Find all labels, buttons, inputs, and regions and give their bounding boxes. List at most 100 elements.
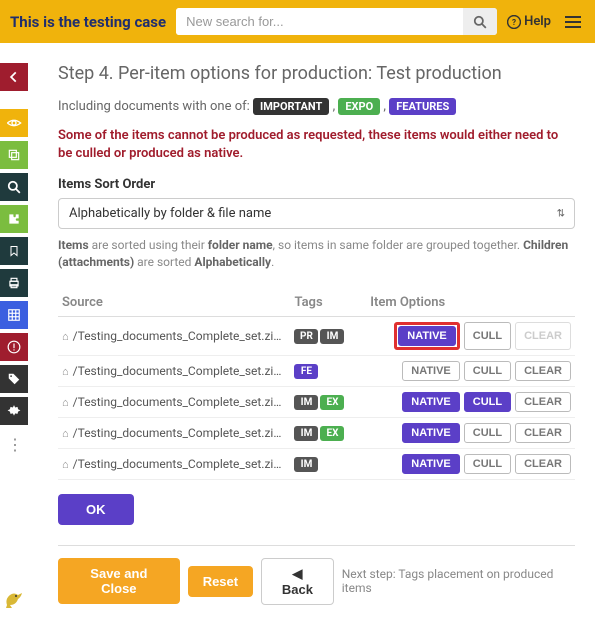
cull-option[interactable]: CULL — [464, 392, 511, 412]
case-title: This is the testing case — [10, 13, 166, 31]
native-option[interactable]: NATIVE — [402, 423, 460, 443]
tags-cell: FE — [290, 355, 360, 386]
warning-text: Some of the items cannot be produced as … — [58, 127, 575, 163]
sidebar-alert[interactable] — [0, 333, 28, 361]
home-icon: ⌂ — [62, 396, 69, 409]
home-icon: ⌂ — [62, 365, 69, 378]
clear-option[interactable]: CLEAR — [515, 454, 571, 474]
logo-bird — [0, 581, 30, 617]
grid-icon — [7, 308, 21, 322]
table-row: ⌂/Testing_documents_Complete_set.zip/Hil… — [58, 448, 575, 479]
home-icon: ⌂ — [62, 427, 69, 440]
back-button[interactable]: ◀ Back — [261, 558, 334, 605]
options-cell: NATIVE CULLCLEAR — [360, 316, 575, 355]
sidebar-copy[interactable] — [0, 141, 28, 169]
source-cell: ⌂/Testing_documents_Complete_set.zip/Hil… — [58, 417, 290, 448]
help-link[interactable]: ? Help — [507, 14, 551, 29]
print-icon — [7, 276, 21, 290]
including-line: Including documents with one of: IMPORTA… — [58, 98, 575, 115]
tag-expo: EXPO — [338, 98, 380, 115]
reset-button[interactable]: Reset — [188, 566, 253, 597]
native-option[interactable]: NATIVE — [402, 454, 460, 474]
sidebar-search[interactable] — [0, 173, 28, 201]
table-row: ⌂/Testing_documents_Complete_set.zip/DeD… — [58, 355, 575, 386]
sidebar-bookmark[interactable] — [0, 237, 28, 265]
mini-tag: IM — [294, 395, 318, 410]
items-table: Source Tags Item Options ⌂/Testing_docum… — [58, 289, 575, 480]
copy-icon — [7, 148, 21, 162]
native-option[interactable]: NATIVE — [398, 326, 456, 346]
clear-option[interactable]: CLEAR — [515, 361, 571, 381]
native-option[interactable]: NATIVE — [402, 361, 460, 381]
clear-option: CLEAR — [515, 322, 571, 350]
bookmark-icon — [8, 244, 20, 258]
search-button[interactable] — [463, 8, 497, 35]
main-content: Step 4. Per-item options for production:… — [30, 43, 595, 617]
eye-icon — [6, 115, 22, 131]
cull-option[interactable]: CULL — [464, 454, 511, 474]
search-icon — [7, 180, 21, 194]
source-cell: ⌂/Testing_documents_Complete_set.zip/DeD — [58, 355, 290, 386]
tag-important: IMPORTANT — [253, 98, 329, 115]
mini-tag: FE — [294, 364, 318, 379]
table-row: ⌂/Testing_documents_Complete_set.zip/Hil… — [58, 417, 575, 448]
clear-option[interactable]: CLEAR — [515, 423, 571, 443]
cull-option[interactable]: CULL — [464, 361, 511, 381]
sidebar-settings[interactable] — [0, 397, 28, 425]
search-input[interactable] — [176, 8, 463, 35]
help-label: Help — [524, 14, 551, 29]
sidebar-print[interactable] — [0, 269, 28, 297]
highlight-box: NATIVE — [394, 322, 460, 350]
alert-icon — [7, 340, 21, 354]
tags-cell: IMEX — [290, 417, 360, 448]
sidebar-grid[interactable] — [0, 301, 28, 329]
sidebar-puzzle[interactable] — [0, 205, 28, 233]
home-icon: ⌂ — [62, 458, 69, 471]
col-options: Item Options — [360, 289, 575, 317]
col-tags: Tags — [290, 289, 360, 317]
mini-tag: EX — [320, 426, 344, 441]
menu-button[interactable] — [561, 9, 585, 35]
search-wrap — [176, 8, 497, 35]
options-cell: NATIVECULLCLEAR — [360, 386, 575, 417]
tags-icon — [7, 372, 21, 386]
mini-tag: IM — [294, 457, 318, 472]
sort-label: Items Sort Order — [58, 177, 575, 192]
tags-cell: PRIM — [290, 316, 360, 355]
tags-cell: IM — [290, 448, 360, 479]
source-cell: ⌂/Testing_documents_Complete_set.zip/DeD — [58, 316, 290, 355]
search-icon — [473, 15, 487, 29]
col-source: Source — [58, 289, 290, 317]
save-close-button[interactable]: Save and Close — [58, 558, 180, 604]
arrow-left-icon — [7, 70, 21, 84]
next-step-text: Next step: Tags placement on produced it… — [342, 567, 575, 595]
source-cell: ⌂/Testing_documents_Complete_set.zip/Hil… — [58, 386, 290, 417]
mini-tag: IM — [294, 426, 318, 441]
mini-tag: EX — [320, 395, 344, 410]
puzzle-icon — [7, 212, 21, 226]
sidebar-more[interactable]: ⋮ — [0, 429, 30, 460]
native-option[interactable]: NATIVE — [402, 392, 460, 412]
sort-hint: Items are sorted using their folder name… — [58, 237, 575, 271]
cull-option[interactable]: CULL — [464, 322, 511, 350]
step-title: Step 4. Per-item options for production:… — [58, 63, 575, 84]
clear-option[interactable]: CLEAR — [515, 392, 571, 412]
cull-option[interactable]: CULL — [464, 423, 511, 443]
source-cell: ⌂/Testing_documents_Complete_set.zip/Hil… — [58, 448, 290, 479]
sidebar-tags[interactable] — [0, 365, 28, 393]
bird-icon — [2, 587, 26, 611]
gear-icon — [7, 404, 21, 418]
sidebar: ⋮ — [0, 43, 30, 617]
table-row: ⌂/Testing_documents_Complete_set.zip/Hil… — [58, 386, 575, 417]
mini-tag: PR — [294, 329, 318, 344]
options-cell: NATIVECULLCLEAR — [360, 448, 575, 479]
home-icon: ⌂ — [62, 330, 69, 343]
sidebar-eye[interactable] — [0, 109, 28, 137]
table-row: ⌂/Testing_documents_Complete_set.zip/DeD… — [58, 316, 575, 355]
back-arrow-button[interactable] — [0, 63, 28, 91]
help-icon: ? — [507, 15, 521, 29]
mini-tag: IM — [320, 329, 344, 344]
svg-text:?: ? — [512, 16, 516, 26]
ok-button[interactable]: OK — [58, 494, 134, 525]
sort-select[interactable]: Alphabetically by folder & file name — [58, 198, 575, 229]
